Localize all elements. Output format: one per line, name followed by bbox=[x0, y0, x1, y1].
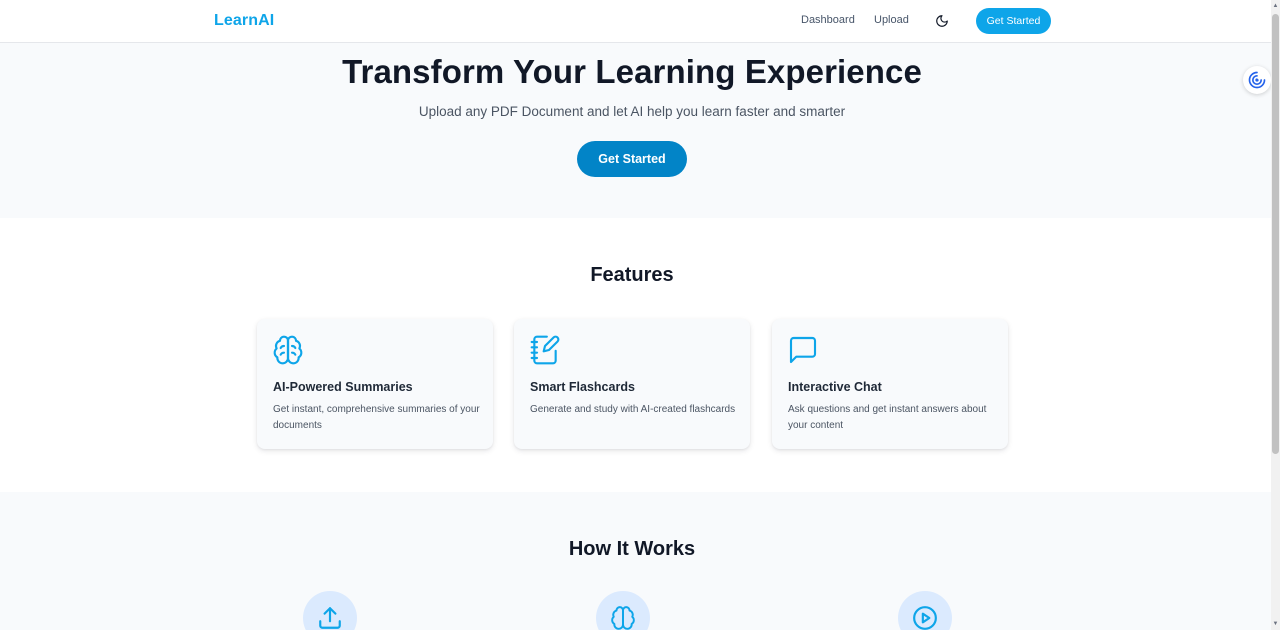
hero-section: Transform Your Learning Experience Uploa… bbox=[0, 43, 1271, 218]
navbar: LearnAI Dashboard Upload Get Started bbox=[0, 0, 1271, 43]
scrollbar-thumb[interactable] bbox=[1272, 14, 1279, 454]
feature-description: Get instant, comprehensive summaries of … bbox=[273, 404, 480, 431]
hero-subtitle: Upload any PDF Document and let AI help … bbox=[418, 104, 846, 119]
brain-icon bbox=[611, 606, 635, 630]
hero-get-started-button[interactable]: Get Started bbox=[577, 141, 687, 177]
how-it-works-section: How It Works bbox=[0, 492, 1271, 630]
nav-link-upload[interactable]: Upload bbox=[874, 14, 909, 26]
nav-link-dashboard[interactable]: Dashboard bbox=[801, 14, 855, 26]
upload-icon bbox=[319, 607, 341, 629]
step-learn bbox=[898, 591, 952, 630]
feature-title: AI-Powered Summaries bbox=[273, 380, 413, 394]
page: LearnAI Dashboard Upload Get Started Tra… bbox=[0, 0, 1280, 630]
feature-description: Generate and study with AI-created flash… bbox=[530, 404, 736, 415]
play-circle-icon bbox=[913, 606, 937, 630]
feature-card-chat: Interactive Chat Ask questions and get i… bbox=[772, 319, 1008, 449]
brain-icon bbox=[272, 334, 304, 366]
step-process bbox=[596, 591, 650, 630]
how-it-works-title: How It Works bbox=[568, 538, 696, 560]
theme-toggle-button[interactable] bbox=[934, 13, 950, 29]
notebook-pen-icon bbox=[529, 334, 561, 366]
feature-title: Interactive Chat bbox=[788, 380, 882, 394]
moon-icon bbox=[936, 15, 948, 27]
features-title: Features bbox=[590, 264, 674, 286]
feature-card-flashcards: Smart Flashcards Generate and study with… bbox=[514, 319, 750, 449]
floating-extension-button[interactable] bbox=[1243, 66, 1271, 94]
nav-get-started-button[interactable]: Get Started bbox=[976, 8, 1051, 34]
vertical-scrollbar[interactable]: ▲ ▼ bbox=[1271, 0, 1280, 630]
feature-card-summaries: AI-Powered Summaries Get instant, compre… bbox=[257, 319, 493, 449]
step-upload bbox=[303, 591, 357, 630]
swirl-logo-icon bbox=[1248, 71, 1266, 89]
scroll-down-arrow-icon[interactable]: ▼ bbox=[1272, 620, 1279, 628]
hero-title: Transform Your Learning Experience bbox=[342, 53, 922, 90]
feature-description: Ask questions and get instant answers ab… bbox=[788, 404, 987, 431]
features-section: Features AI-Powered Summaries Get instan… bbox=[0, 218, 1271, 492]
scroll-up-arrow-icon[interactable]: ▲ bbox=[1272, 2, 1279, 10]
chat-bubble-icon bbox=[787, 334, 819, 366]
feature-title: Smart Flashcards bbox=[530, 380, 635, 394]
brand-logo[interactable]: LearnAI bbox=[214, 12, 274, 30]
